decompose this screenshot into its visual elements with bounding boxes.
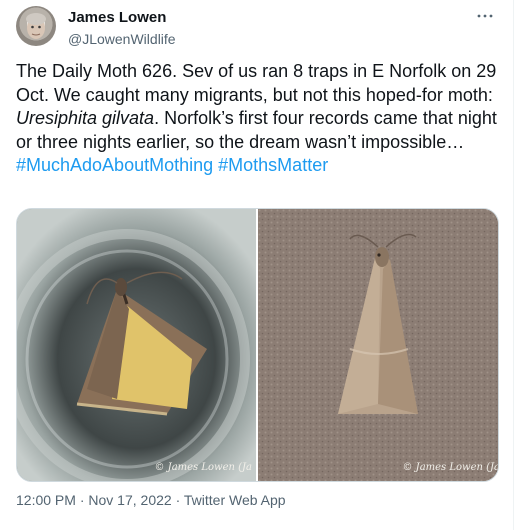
meta-separator: · (171, 492, 184, 508)
meta-separator: · (75, 492, 89, 508)
tweet-text: The Daily Moth 626. Sev of us ran 8 trap… (16, 60, 500, 178)
tweet-header: James Lowen @JLowenWildlife (16, 6, 497, 50)
avatar[interactable] (16, 6, 56, 46)
moth-photo-in-pot[interactable]: © James Lowen (Ja (17, 209, 256, 481)
tweet: James Lowen @JLowenWildlife The Daily Mo… (0, 0, 513, 530)
author-display-name[interactable]: James Lowen (68, 8, 176, 28)
photo-credit: © James Lowen (Ja (402, 462, 499, 473)
tweet-text-main: The Daily Moth 626. Sev of us ran 8 trap… (16, 61, 497, 105)
more-horizontal-icon[interactable] (473, 8, 497, 28)
photo-credit: © James Lowen (Ja (154, 462, 253, 473)
avatar-face-icon (26, 13, 46, 39)
moth-in-pot-image (17, 209, 256, 481)
tweet-date[interactable]: Nov 17, 2022 (88, 492, 171, 508)
tweet-meta: 12:00 PM · Nov 17, 2022 · Twitter Web Ap… (16, 490, 286, 510)
hashtag-link[interactable]: #MuchAdoAboutMothing (16, 155, 213, 175)
author-names: James Lowen @JLowenWildlife (68, 8, 176, 49)
hashtag-link[interactable]: #MothsMatter (218, 155, 328, 175)
moth-photo-on-wall[interactable]: © James Lowen (Ja (258, 209, 498, 481)
tweet-time[interactable]: 12:00 PM (16, 492, 76, 508)
tweet-source[interactable]: Twitter Web App (184, 492, 286, 508)
author-handle[interactable]: @JLowenWildlife (68, 29, 176, 49)
media-grid: © James Lowen (Ja © James Lowen (Ja (16, 208, 499, 482)
species-name: Uresiphita gilvata (16, 108, 155, 128)
moth-on-wall-image (258, 209, 498, 481)
